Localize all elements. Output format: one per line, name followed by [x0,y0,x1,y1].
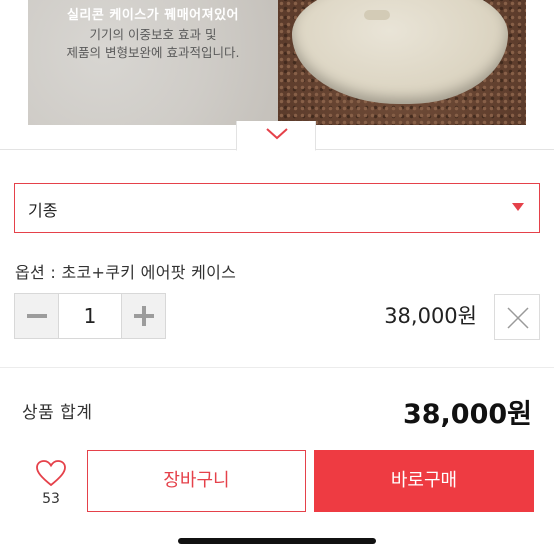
divider [0,367,554,368]
order-sheet: 실리콘 케이스가 꿰매어져있어 기기의 이중보호 효과 및 제품의 변형보완에 … [0,0,554,554]
quantity-input[interactable]: 1 [60,294,120,338]
like-count: 53 [42,491,60,507]
caption-line-3: 제품의 변형보완에 효과적입니다. [66,45,240,60]
product-detail-image: 실리콘 케이스가 꿰매어져있어 기기의 이중보호 효과 및 제품의 변형보완에 … [0,0,554,125]
product-image-left: 실리콘 케이스가 꿰매어져있어 기기의 이중보호 효과 및 제품의 변형보완에 … [28,0,278,125]
quantity-increase-button[interactable] [121,294,165,338]
remove-option-button[interactable] [494,294,540,340]
like-button[interactable]: 53 [28,455,74,515]
buy-now-button[interactable]: 바로구매 [314,450,534,512]
option-price: 38,000원 [384,304,477,328]
home-indicator[interactable] [178,538,376,544]
heart-icon [36,460,66,487]
option-label: 옵션 : 초코+쿠키 에어팟 케이스 [15,263,237,282]
total-label: 상품 합계 [22,403,93,423]
collapse-toggle-button[interactable] [236,121,316,151]
caption-line-2: 기기의 이중보호 효과 및 [89,27,217,42]
model-select-value: 기종 [28,201,58,220]
product-image-right [278,0,526,125]
model-select[interactable]: 기종 [14,183,540,233]
close-icon [507,307,529,329]
quantity-decrease-button[interactable] [15,294,59,338]
triangle-down-icon [512,203,524,211]
minus-icon [27,314,47,318]
add-to-cart-button[interactable]: 장바구니 [87,450,306,512]
caption-line-1: 실리콘 케이스가 꿰매어져있어 [66,8,240,23]
quantity-stepper: 1 [14,293,166,339]
chevron-down-icon [266,128,288,140]
total-price: 38,000원 [402,399,532,430]
